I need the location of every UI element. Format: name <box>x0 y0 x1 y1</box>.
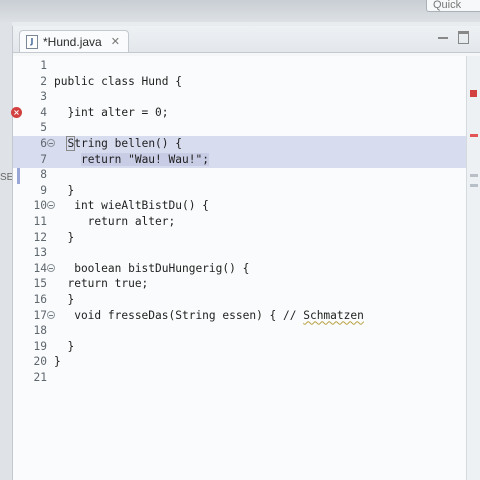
code-line[interactable]: 7 return "Wau! Wau!"; <box>13 151 471 168</box>
code-line[interactable]: 1 <box>13 58 471 74</box>
line-number: 7 <box>40 152 47 166</box>
code-line[interactable]: 12 } <box>13 230 471 246</box>
line-number: 14 <box>33 261 47 275</box>
ruler-marker[interactable] <box>470 174 478 177</box>
code-text: int wieAltBistDu() { <box>54 199 209 213</box>
line-number: 8 <box>40 168 47 182</box>
code-text: public class Hund { <box>54 74 182 88</box>
left-panel-edge: SE <box>0 22 13 480</box>
code-line[interactable]: 5 <box>13 120 471 136</box>
code-line[interactable]: 17 void fresseDas(String essen) { // Sch… <box>13 308 471 324</box>
code-line[interactable]: 3 <box>13 89 471 105</box>
close-icon[interactable]: ✕ <box>111 35 120 48</box>
code-line[interactable]: 8 <box>13 167 471 183</box>
code-text: boolean bistDuHungerig() { <box>54 261 250 275</box>
quick-access-field[interactable]: Quick <box>426 0 480 12</box>
code-line[interactable]: 16 } <box>13 292 471 308</box>
tab-title: *Hund.java <box>43 34 102 49</box>
line-number: 13 <box>33 246 47 260</box>
code-line[interactable]: 20} <box>13 354 471 370</box>
line-number: 10 <box>33 199 47 213</box>
ruler-error-mark[interactable] <box>470 134 478 137</box>
line-number: 16 <box>33 293 47 306</box>
line-number: 6 <box>40 137 47 150</box>
code-text: return alter; <box>54 215 176 228</box>
code-line[interactable]: 14 boolean bistDuHungerig() { <box>13 261 471 277</box>
code-text: void fresseDas(String essen) { // Schmat… <box>54 308 364 322</box>
code-line[interactable]: 2 public class Hund { <box>13 74 471 90</box>
code-text: } <box>54 183 75 197</box>
code-line[interactable]: 10 int wieAltBistDu() { <box>13 198 471 214</box>
code-line[interactable]: × 4 }int alter = 0; <box>11 105 471 121</box>
line-number: 17 <box>33 308 47 322</box>
code-line[interactable]: 9 } <box>13 183 471 199</box>
code-line[interactable]: 18 <box>13 323 471 339</box>
line-number: 18 <box>33 324 47 338</box>
error-indicator-icon[interactable] <box>470 90 477 97</box>
line-number: 12 <box>33 230 47 244</box>
code-line[interactable]: 19 } <box>13 339 471 355</box>
code-text: } <box>54 230 75 244</box>
line-number: 3 <box>40 90 47 104</box>
line-number: 9 <box>40 183 47 197</box>
java-editor: J *Hund.java ✕ 1 2 public class Hund {3 × 4 … <box>11 26 480 480</box>
code-text: return "Wau! Wau!"; <box>80 152 209 166</box>
line-number: 11 <box>33 215 47 228</box>
code-text: } <box>54 355 61 369</box>
editor-window-controls <box>438 31 469 44</box>
code-text: String bellen() { <box>66 136 183 151</box>
code-text: return true; <box>54 277 149 291</box>
code-area[interactable]: 1 2 public class Hund {3 × 4 }int alter = 0;… <box>11 56 471 480</box>
tab-hund-java[interactable]: J *Hund.java ✕ <box>19 30 129 52</box>
code-line[interactable]: 6 String bellen() { <box>13 136 471 152</box>
line-number: 21 <box>33 371 47 384</box>
line-number: 20 <box>33 355 47 369</box>
overview-ruler[interactable] <box>466 56 480 480</box>
code-line[interactable]: 15 return true; <box>13 276 471 292</box>
java-file-icon: J <box>26 34 38 49</box>
code-line[interactable]: 21 <box>13 370 471 386</box>
line-number: 15 <box>33 277 47 291</box>
ruler-marker[interactable] <box>470 184 478 187</box>
code-text: } <box>54 293 75 306</box>
workbench-toolbar <box>0 0 480 22</box>
line-number: 2 <box>40 74 47 88</box>
code-line[interactable]: 13 <box>13 245 471 261</box>
code-text: } <box>54 339 75 353</box>
code-text: }int alter = 0; <box>54 105 169 119</box>
minimize-icon[interactable] <box>438 37 448 39</box>
editor-tab-bar: J *Hund.java ✕ <box>13 26 480 53</box>
code-line[interactable]: 11 return alter; <box>13 214 471 230</box>
line-number: 19 <box>33 339 47 353</box>
line-number: 4 <box>40 105 47 119</box>
maximize-icon[interactable] <box>458 31 469 44</box>
line-number: 1 <box>40 59 47 72</box>
line-number: 5 <box>40 121 47 135</box>
